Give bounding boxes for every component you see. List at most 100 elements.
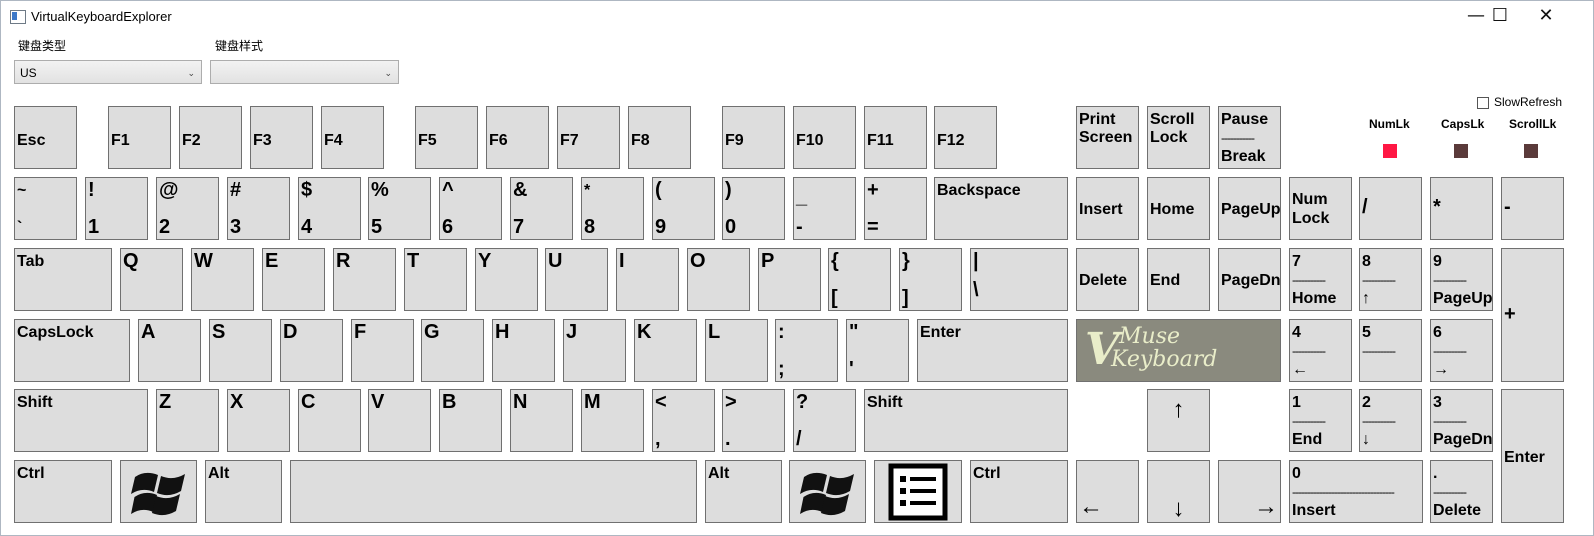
key-numpad-2[interactable]: 2 ----------- ↓ bbox=[1359, 389, 1422, 452]
key-w[interactable]: W bbox=[191, 248, 254, 311]
key-f8[interactable]: F8 bbox=[628, 106, 691, 169]
key-3[interactable]: #3 bbox=[227, 177, 290, 240]
key-numpad-add[interactable]: + bbox=[1501, 248, 1564, 382]
key-x[interactable]: X bbox=[227, 389, 290, 452]
key-5[interactable]: % 5 bbox=[368, 177, 431, 240]
key-numpad-6[interactable]: 6 ----------- → bbox=[1430, 319, 1493, 382]
key-c[interactable]: C bbox=[298, 389, 361, 452]
key-f11[interactable]: F11 bbox=[864, 106, 927, 169]
key-insert[interactable]: Insert bbox=[1076, 177, 1139, 240]
key-numpad-3[interactable]: 3 ----------- PageDn bbox=[1430, 389, 1493, 452]
key-right-alt[interactable]: Alt bbox=[705, 460, 782, 523]
key-1[interactable]: ! 1 bbox=[85, 177, 148, 240]
key-right-win[interactable] bbox=[789, 460, 866, 523]
key-k[interactable]: K bbox=[634, 319, 697, 382]
key-d[interactable]: D bbox=[280, 319, 343, 382]
key-right-shift[interactable]: Shift bbox=[864, 389, 1068, 452]
key-scroll-lock[interactable]: Scroll Lock bbox=[1147, 106, 1210, 169]
key-right-ctrl[interactable]: Ctrl bbox=[970, 460, 1068, 523]
key-7[interactable]: & 7 bbox=[510, 177, 573, 240]
key-p[interactable]: P bbox=[758, 248, 821, 311]
key-print-screen[interactable]: Print Screen bbox=[1076, 106, 1139, 169]
key-6[interactable]: ^ 6 bbox=[439, 177, 502, 240]
key-f4[interactable]: F4 bbox=[321, 106, 384, 169]
key-t[interactable]: T bbox=[404, 248, 467, 311]
key-u[interactable]: U bbox=[545, 248, 608, 311]
key-delete[interactable]: Delete bbox=[1076, 248, 1139, 311]
key-home[interactable]: Home bbox=[1147, 177, 1210, 240]
key-numpad-8[interactable]: 8 ----------- ↑ bbox=[1359, 248, 1422, 311]
key-y[interactable]: Y bbox=[475, 248, 538, 311]
key-i[interactable]: I bbox=[616, 248, 679, 311]
key-numpad-7[interactable]: 7 ----------- Home bbox=[1289, 248, 1352, 311]
key-numpad-5[interactable]: 5 ----------- bbox=[1359, 319, 1422, 382]
key-numlock[interactable]: Num Lock bbox=[1289, 177, 1352, 240]
key-backslash[interactable]: | \ bbox=[970, 248, 1068, 311]
key-down-arrow[interactable]: ↓ bbox=[1147, 460, 1210, 523]
close-button[interactable]: ✕ bbox=[1523, 1, 1569, 31]
key-end[interactable]: End bbox=[1147, 248, 1210, 311]
key-f2[interactable]: F2 bbox=[179, 106, 242, 169]
maximize-button[interactable]: ☐ bbox=[1477, 1, 1523, 31]
title-bar[interactable]: VirtualKeyboardExplorer — ☐ ✕ bbox=[1, 1, 1593, 31]
key-z[interactable]: Z bbox=[156, 389, 219, 452]
key-numpad-multiply[interactable]: * bbox=[1430, 177, 1493, 240]
key-numpad-4[interactable]: 4 ----------- ← bbox=[1289, 319, 1352, 382]
key-left-arrow[interactable]: ← bbox=[1076, 460, 1139, 523]
key-b[interactable]: B bbox=[439, 389, 502, 452]
key-left-win[interactable] bbox=[120, 460, 197, 523]
key-period[interactable]: >. bbox=[722, 389, 785, 452]
key-f3[interactable]: F3 bbox=[250, 106, 313, 169]
key-left-bracket[interactable]: {[ bbox=[828, 248, 891, 311]
key-o[interactable]: O bbox=[687, 248, 750, 311]
key-pagedn[interactable]: PageDn bbox=[1218, 248, 1281, 311]
key-left-shift[interactable]: Shift bbox=[14, 389, 148, 452]
key-numpad-subtract[interactable]: - bbox=[1501, 177, 1564, 240]
key-quote[interactable]: " ' bbox=[846, 319, 909, 382]
key-h[interactable]: H bbox=[492, 319, 555, 382]
key-numpad-decimal[interactable]: . ----------- Delete bbox=[1430, 460, 1493, 523]
key-0[interactable]: ) 0 bbox=[722, 177, 785, 240]
key-up-arrow[interactable]: ↑ bbox=[1147, 389, 1210, 452]
slow-refresh-checkbox[interactable] bbox=[1477, 97, 1489, 109]
key-capslock[interactable]: CapsLock bbox=[14, 319, 130, 382]
key-pageup[interactable]: PageUp bbox=[1218, 177, 1281, 240]
key-menu[interactable] bbox=[874, 460, 962, 523]
key-slash[interactable]: ? / bbox=[793, 389, 856, 452]
key-right-bracket[interactable]: }] bbox=[899, 248, 962, 311]
key-9[interactable]: (9 bbox=[652, 177, 715, 240]
key-numpad-enter[interactable]: Enter bbox=[1501, 389, 1564, 523]
keyboard-type-select[interactable]: US ⌄ bbox=[14, 60, 202, 84]
key-f1[interactable]: F1 bbox=[108, 106, 171, 169]
key-f5[interactable]: F5 bbox=[415, 106, 478, 169]
key-esc[interactable]: Esc bbox=[14, 106, 77, 169]
key-f10[interactable]: F10 bbox=[793, 106, 856, 169]
key-f9[interactable]: F9 bbox=[722, 106, 785, 169]
key-j[interactable]: J bbox=[563, 319, 626, 382]
key-tab[interactable]: Tab bbox=[14, 248, 112, 311]
key-space[interactable] bbox=[290, 460, 697, 523]
key-semicolon[interactable]: :; bbox=[775, 319, 838, 382]
key-g[interactable]: G bbox=[421, 319, 484, 382]
keyboard-style-select[interactable]: ⌄ bbox=[210, 60, 399, 84]
key-f12[interactable]: F12 bbox=[934, 106, 997, 169]
key-r[interactable]: R bbox=[333, 248, 396, 311]
key-s[interactable]: S bbox=[209, 319, 272, 382]
key-equal[interactable]: + = bbox=[864, 177, 927, 240]
key-f7[interactable]: F7 bbox=[557, 106, 620, 169]
key-tilde[interactable]: ~ ` bbox=[14, 177, 77, 240]
key-enter[interactable]: Enter bbox=[917, 319, 1068, 382]
key-v[interactable]: V bbox=[368, 389, 431, 452]
key-e[interactable]: E bbox=[262, 248, 325, 311]
key-f[interactable]: F bbox=[351, 319, 414, 382]
key-4[interactable]: $4 bbox=[298, 177, 361, 240]
key-left-alt[interactable]: Alt bbox=[205, 460, 282, 523]
key-right-arrow[interactable]: → bbox=[1218, 460, 1281, 523]
key-l[interactable]: L bbox=[705, 319, 768, 382]
key-q[interactable]: Q bbox=[120, 248, 183, 311]
key-a[interactable]: A bbox=[138, 319, 201, 382]
key-numpad-0[interactable]: 0 ---------------------------------- Inser… bbox=[1289, 460, 1423, 523]
key-numpad-9[interactable]: 9 ----------- PageUp bbox=[1430, 248, 1493, 311]
key-2[interactable]: @2 bbox=[156, 177, 219, 240]
key-f6[interactable]: F6 bbox=[486, 106, 549, 169]
